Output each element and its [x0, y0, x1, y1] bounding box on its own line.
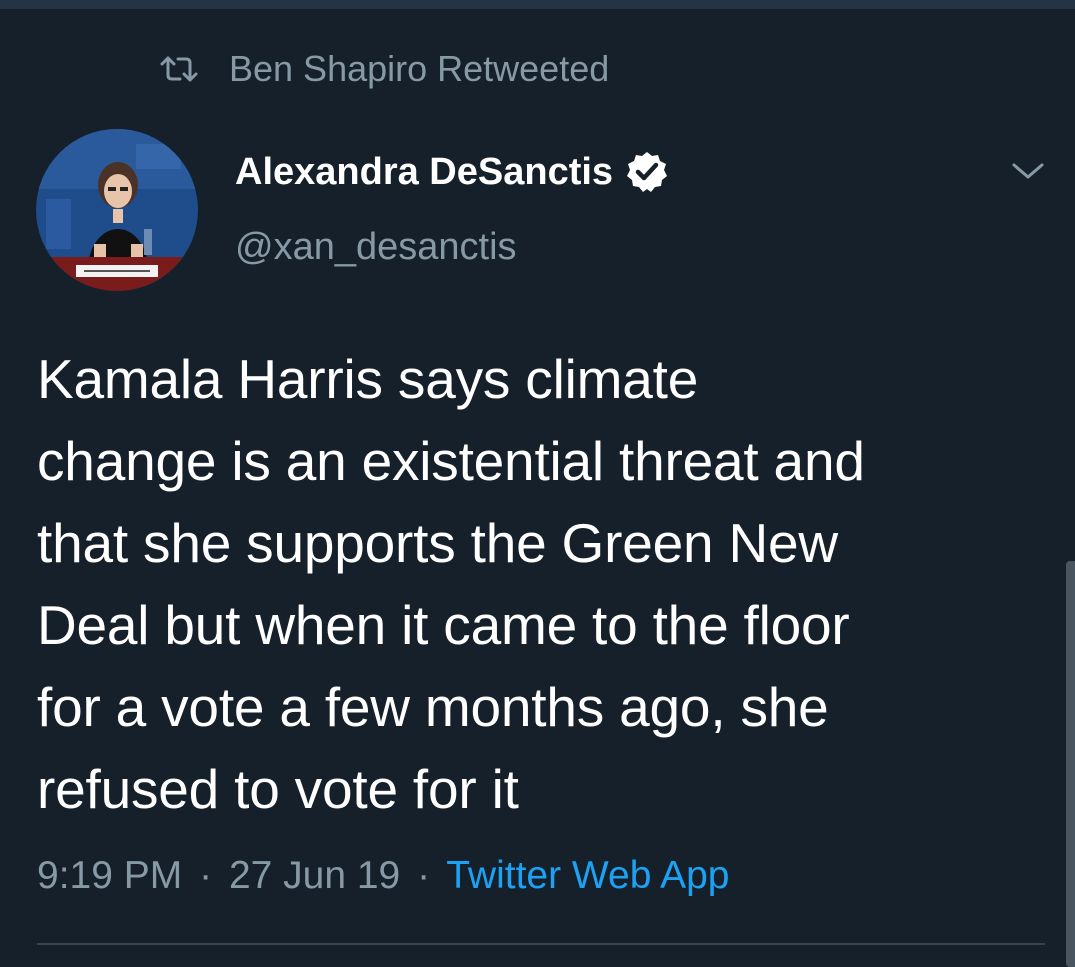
avatar[interactable] [36, 129, 198, 291]
author-name-text[interactable]: Alexandra DeSanctis [235, 151, 613, 194]
retweet-icon [160, 55, 198, 83]
more-options-button[interactable] [1008, 155, 1048, 191]
tweet-text: Kamala Harris says climate change is an … [37, 348, 865, 820]
chevron-down-icon [1011, 161, 1045, 186]
author-handle[interactable]: @xan_desanctis [235, 226, 517, 269]
divider [37, 943, 1045, 945]
tweet-metadata: 9:19 PM · 27 Jun 19 · Twitter Web App [37, 854, 729, 898]
scrollbar[interactable] [1066, 561, 1075, 967]
verified-badge-icon [625, 150, 669, 194]
top-status-strip [0, 0, 1075, 9]
tweet-source-link[interactable]: Twitter Web App [446, 854, 729, 897]
retweet-label[interactable]: Ben Shapiro Retweeted [229, 48, 609, 90]
tweet-date[interactable]: 27 Jun 19 [229, 854, 400, 897]
meta-separator: · [199, 854, 213, 897]
tweet-time[interactable]: 9:19 PM [37, 854, 182, 897]
retweet-context: Ben Shapiro Retweeted [160, 46, 609, 92]
author-name[interactable]: Alexandra DeSanctis [235, 150, 669, 194]
meta-separator: · [417, 854, 431, 897]
